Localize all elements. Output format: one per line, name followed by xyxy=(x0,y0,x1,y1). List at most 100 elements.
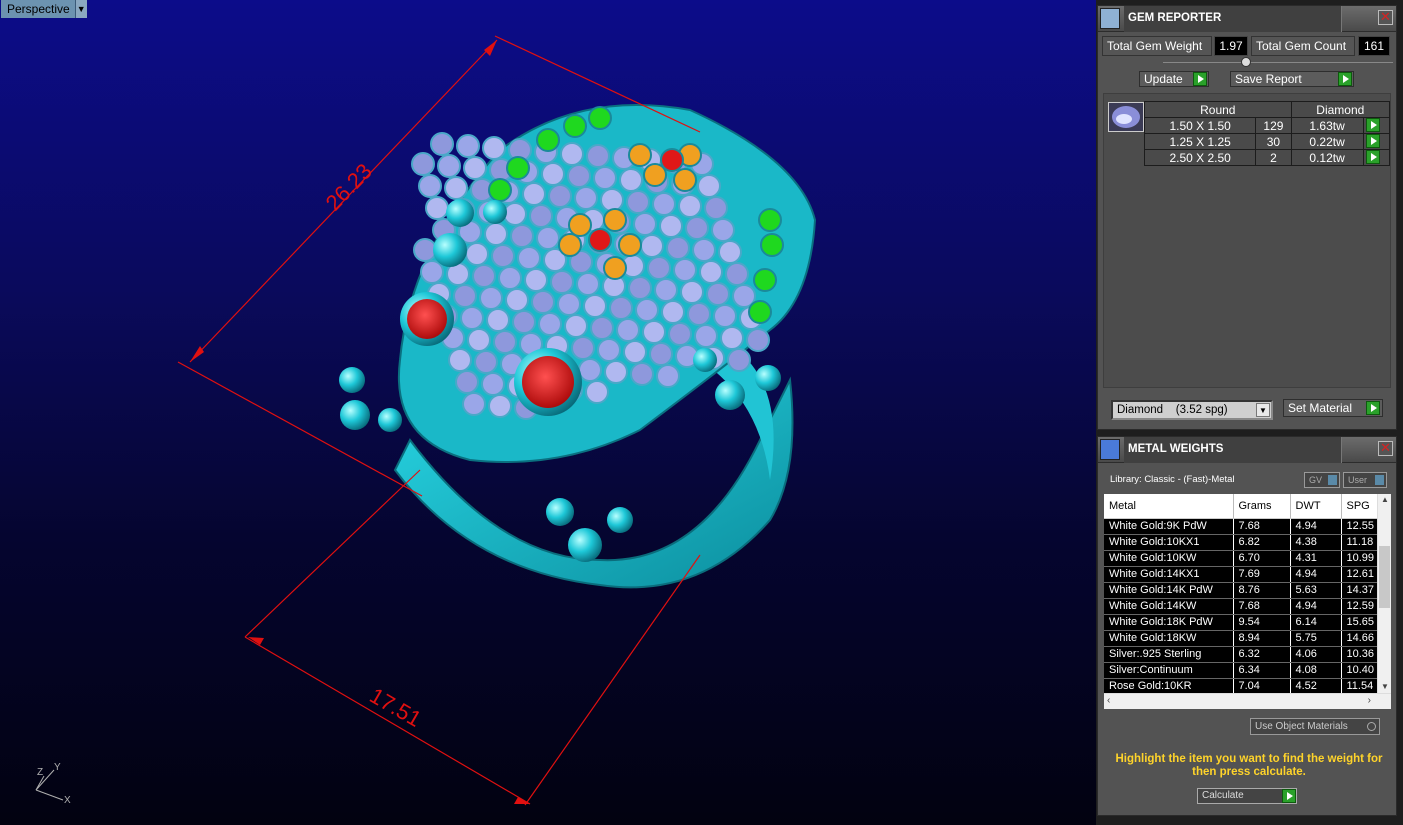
metal-spg: 10.36 xyxy=(1341,646,1378,663)
save-report-label: Save Report xyxy=(1235,72,1302,86)
view-dropdown-icon[interactable]: ▼ xyxy=(74,0,87,18)
pave-gem xyxy=(522,182,546,206)
chevron-up-icon[interactable]: ▲ xyxy=(1381,495,1389,504)
metal-row[interactable]: White Gold:10KX1 6.82 4.38 11.18 xyxy=(1104,534,1378,551)
gv-toggle[interactable]: GV xyxy=(1304,472,1340,488)
gem-row-go-button[interactable] xyxy=(1362,149,1391,166)
pave-gem xyxy=(531,290,555,314)
pave-gem xyxy=(472,264,496,288)
metal-row[interactable]: White Gold:18KW 8.94 5.75 14.66 xyxy=(1104,630,1378,647)
pave-gem xyxy=(564,314,588,338)
metal-ball xyxy=(446,199,474,227)
metal-row[interactable]: Silver:Continuum 6.34 4.08 10.40 xyxy=(1104,662,1378,679)
metal-row[interactable]: White Gold:14KW 7.68 4.94 12.59 xyxy=(1104,598,1378,615)
pave-gem xyxy=(481,372,505,396)
pave-gem xyxy=(585,380,609,404)
metal-row[interactable]: White Gold:9K PdW 7.68 4.94 12.55 xyxy=(1104,518,1378,535)
gem-shape-header: Round xyxy=(1144,101,1292,118)
pave-gem xyxy=(704,196,728,220)
pave-gem xyxy=(718,240,742,264)
gem-material-header: Diamond xyxy=(1290,101,1391,118)
chevron-left-icon[interactable]: ‹ xyxy=(1107,695,1110,706)
material-select[interactable]: Diamond (3.52 spg) ▼ xyxy=(1111,400,1273,420)
pave-gem xyxy=(413,238,437,262)
metal-row[interactable]: White Gold:18K PdW 9.54 6.14 15.65 xyxy=(1104,614,1378,631)
gem-row[interactable]: 1.50 X 1.50 129 1.63tw xyxy=(1143,117,1391,134)
use-object-materials-toggle[interactable]: Use Object Materials xyxy=(1250,718,1380,735)
metal-dwt: 4.31 xyxy=(1290,550,1342,567)
report-slider-track[interactable] xyxy=(1163,62,1393,63)
pave-gem xyxy=(711,218,735,242)
perspective-viewport[interactable]: 26.23 17.51 Z Y X Perspective ▼ xyxy=(0,0,1096,825)
metal-row[interactable]: Silver:.925 Sterling 6.32 4.06 10.36 xyxy=(1104,646,1378,663)
grams-col-header[interactable]: Grams xyxy=(1233,494,1291,519)
user-toggle[interactable]: User xyxy=(1343,472,1387,488)
update-button-label: Update xyxy=(1144,72,1183,86)
calculate-label: Calculate xyxy=(1202,790,1244,801)
metal-dwt: 6.14 xyxy=(1290,614,1342,631)
metal-row[interactable]: White Gold:10KW 6.70 4.31 10.99 xyxy=(1104,550,1378,567)
gem-weight: 1.63tw xyxy=(1290,117,1364,134)
pave-gem xyxy=(465,242,489,266)
chevron-down-icon[interactable]: ▼ xyxy=(1381,682,1389,691)
calculate-go-icon[interactable] xyxy=(1282,789,1296,803)
metal-ball xyxy=(483,200,507,224)
chevron-down-icon[interactable]: ▼ xyxy=(1256,403,1270,417)
accent-gem xyxy=(506,156,530,180)
pave-gem xyxy=(467,328,491,352)
material-select-value: Diamond (3.52 spg) xyxy=(1117,404,1228,416)
gem-count: 129 xyxy=(1255,117,1292,134)
metal-row[interactable]: Rose Gold:10KR 7.04 4.52 11.54 xyxy=(1104,678,1378,695)
metal-dwt: 4.06 xyxy=(1290,646,1342,663)
chevron-right-icon[interactable]: › xyxy=(1368,695,1371,706)
pave-gem xyxy=(623,340,647,364)
set-material-go-icon[interactable] xyxy=(1366,401,1380,415)
gem-row[interactable]: 2.50 X 2.50 2 0.12tw xyxy=(1143,149,1391,166)
metal-table-vscroll[interactable]: ▲ ▼ xyxy=(1377,494,1391,693)
gem-count: 2 xyxy=(1255,149,1292,166)
metal-table[interactable]: Metal Grams DWT SPG White Gold:9K PdW 7.6… xyxy=(1104,494,1391,709)
view-name[interactable]: Perspective xyxy=(1,0,75,18)
axis-z-label: Z xyxy=(37,767,43,778)
pave-gem xyxy=(529,204,553,228)
metal-spg: 14.37 xyxy=(1341,582,1378,599)
save-report-button[interactable]: Save Report xyxy=(1230,71,1354,87)
metal-spg: 10.40 xyxy=(1341,662,1378,679)
gem-row[interactable]: 1.25 X 1.25 30 0.22tw xyxy=(1143,133,1391,150)
metal-table-hscroll[interactable]: ‹ › xyxy=(1104,693,1391,709)
metal-row[interactable]: White Gold:14K PdW 8.76 5.63 14.37 xyxy=(1104,582,1378,599)
metal-dwt: 5.75 xyxy=(1290,630,1342,647)
pave-gem xyxy=(512,310,536,334)
pave-gem xyxy=(444,176,468,200)
pave-gem xyxy=(697,174,721,198)
pave-gem xyxy=(725,262,749,286)
pave-gem xyxy=(656,364,680,388)
pave-gem xyxy=(746,328,770,352)
total-gem-weight-label: Total Gem Weight xyxy=(1102,36,1212,56)
metal-row[interactable]: White Gold:14KX1 7.69 4.94 12.61 xyxy=(1104,566,1378,583)
dwt-col-header[interactable]: DWT xyxy=(1290,494,1342,519)
scroll-thumb[interactable] xyxy=(1379,546,1390,608)
pave-gem xyxy=(560,142,584,166)
metal-name: Silver:Continuum xyxy=(1104,662,1234,679)
metal-name: White Gold:14KW xyxy=(1104,598,1234,615)
pave-gem xyxy=(486,308,510,332)
pave-gem xyxy=(493,330,517,354)
accent-gem xyxy=(558,233,582,257)
gem-row-go-button[interactable] xyxy=(1362,133,1391,150)
save-report-go-icon[interactable] xyxy=(1338,72,1352,86)
spg-col-header[interactable]: SPG xyxy=(1341,494,1378,519)
viewport-label[interactable]: Perspective ▼ xyxy=(1,0,87,18)
pave-gem xyxy=(626,190,650,214)
close-icon[interactable]: ✕ xyxy=(1378,10,1393,25)
metal-name: White Gold:14KX1 xyxy=(1104,566,1234,583)
metal-grams: 6.34 xyxy=(1233,662,1291,679)
accent-gem xyxy=(563,114,587,138)
gem-weight: 0.12tw xyxy=(1290,149,1364,166)
gem-row-go-button[interactable] xyxy=(1362,117,1391,134)
update-go-icon[interactable] xyxy=(1193,72,1207,86)
metal-col-header[interactable]: Metal xyxy=(1104,494,1234,519)
pave-gem xyxy=(678,194,702,218)
report-slider-handle[interactable] xyxy=(1241,57,1251,67)
close-icon[interactable]: ✕ xyxy=(1378,441,1393,456)
